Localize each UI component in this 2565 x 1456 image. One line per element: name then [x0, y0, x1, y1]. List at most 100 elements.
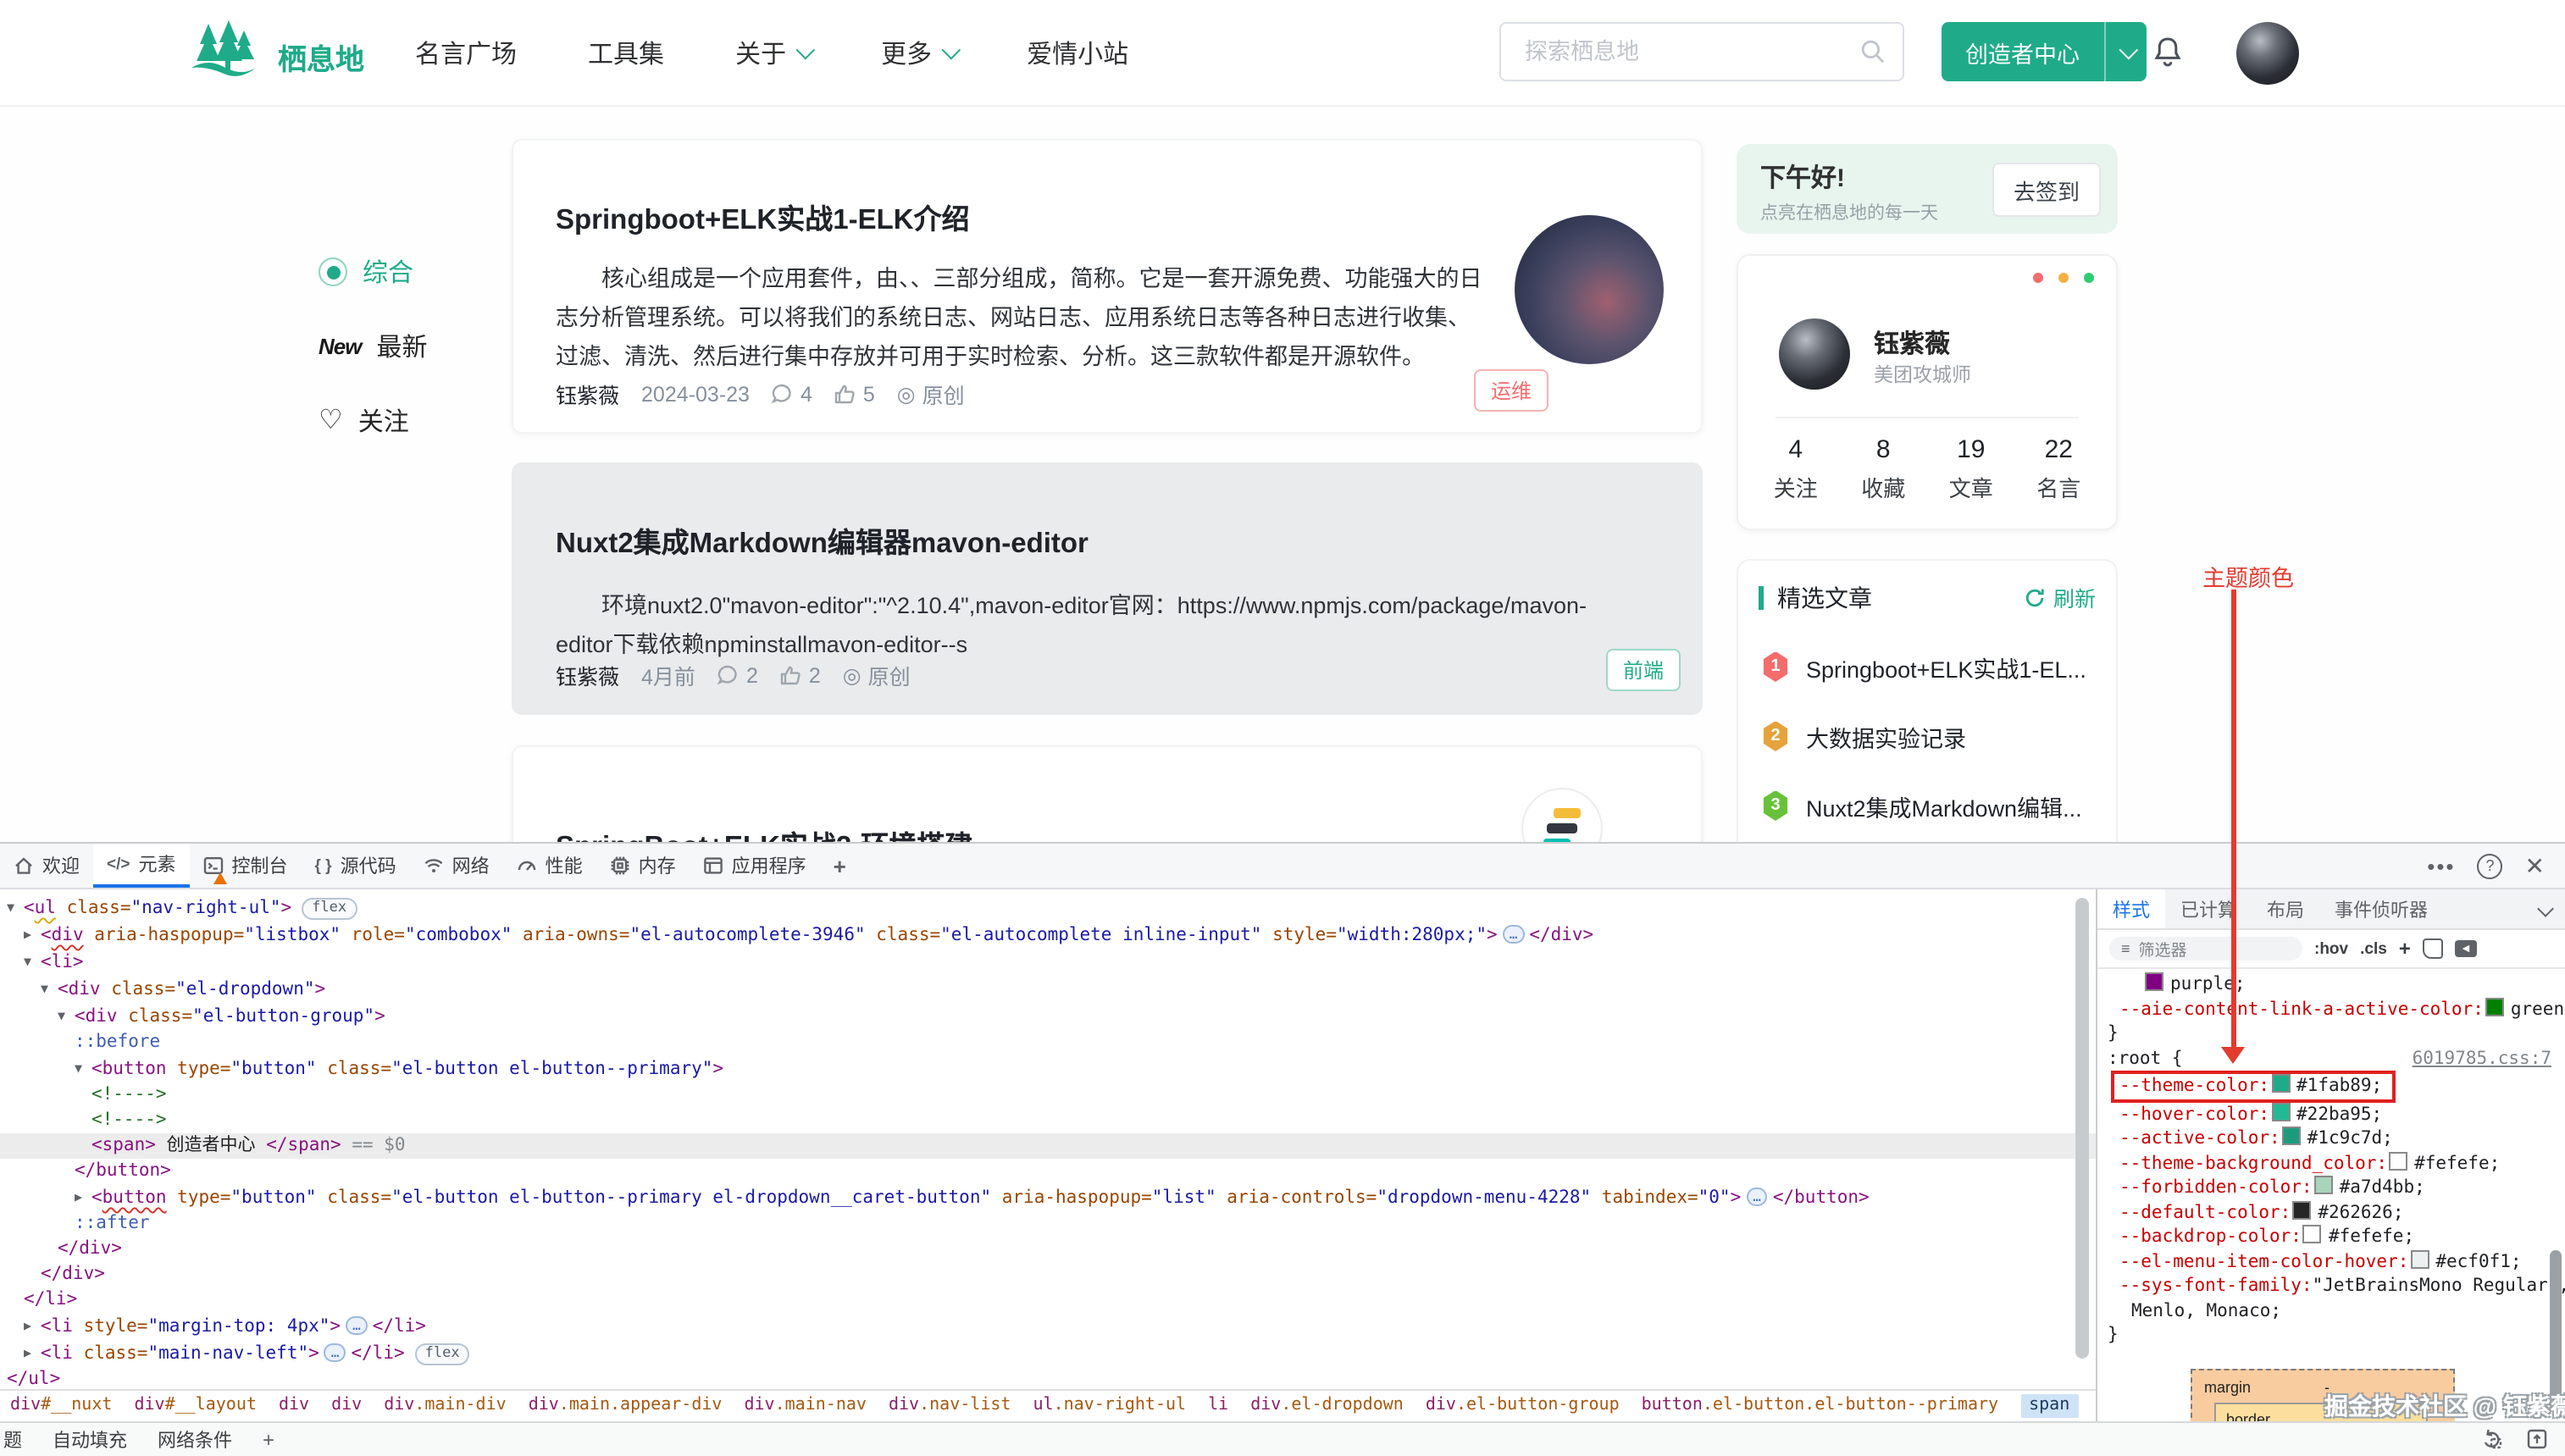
profile-avatar[interactable] — [1779, 318, 1850, 390]
check-in-button[interactable]: 去签到 — [1992, 163, 2101, 217]
styles-scrollbar[interactable] — [2550, 1250, 2562, 1411]
dock-panel-icon[interactable] — [2526, 1428, 2548, 1450]
new-style-rule-button[interactable]: + — [2399, 937, 2411, 961]
kebab-menu-icon[interactable]: ••• — [2427, 853, 2455, 878]
css-rule-line[interactable]: --hover-color:#22ba95; — [2097, 1102, 2565, 1127]
css-rule-line[interactable]: --sys-font-family:"JetBrainsMono Regular… — [2097, 1274, 2565, 1298]
dom-tree-row[interactable]: </button> — [0, 1159, 2096, 1184]
dom-tree-row[interactable]: ▼<div class="el-dropdown"> — [0, 976, 2096, 1003]
elements-scrollbar[interactable] — [2075, 898, 2089, 1359]
stat-following[interactable]: 4关注 — [1752, 435, 1840, 503]
css-rule-line[interactable]: --backdrop-color:#fefefe; — [2097, 1225, 2565, 1249]
paint-brush-icon[interactable] — [2423, 938, 2443, 959]
css-rule-line[interactable]: --active-color:#1c9c7d; — [2097, 1127, 2565, 1151]
breadcrumb-item[interactable]: div.main-nav — [744, 1396, 867, 1414]
article-card[interactable]: Nuxt2集成Markdown编辑器mavon-editor 环境nuxt2.0… — [512, 462, 1703, 715]
devtools-tab-console[interactable]: 控制台 — [190, 844, 302, 888]
dom-tree-row[interactable]: </ul> — [0, 1367, 2096, 1388]
stat-favorites[interactable]: 8收藏 — [1840, 435, 1928, 503]
nav-link-love[interactable]: 爱情小站 — [1027, 35, 1128, 70]
notification-bell-icon[interactable] — [2152, 36, 2184, 71]
category-tag[interactable]: 运维 — [1474, 369, 1548, 412]
drawer-add-tab-button[interactable]: + — [247, 1427, 290, 1451]
help-icon[interactable]: ? — [2478, 853, 2503, 878]
css-rule-line[interactable]: purple; — [2097, 972, 2565, 997]
refresh-button[interactable]: 刷新 — [2025, 581, 2096, 613]
toggle-class-button[interactable]: .cls — [2360, 939, 2387, 958]
drawer-tab-issues[interactable]: 题 — [0, 1426, 37, 1453]
dom-tree-row[interactable]: ▶<li class="main-nav-left">…</li>flex — [0, 1340, 2096, 1367]
breadcrumb-item[interactable]: div#__layout — [134, 1396, 257, 1414]
drawer-tab-autofill[interactable]: 自动填充 — [37, 1426, 142, 1453]
devtools-tab-application[interactable]: 应用程序 — [690, 844, 820, 888]
drawer-tab-network-conditions[interactable]: 网络条件 — [142, 1426, 247, 1453]
dom-tree-row[interactable]: </li> — [0, 1287, 2096, 1313]
like-count[interactable]: 5 — [834, 382, 875, 406]
trees-logo-icon[interactable] — [188, 20, 259, 81]
breadcrumb-item[interactable]: div#__nuxt — [10, 1396, 112, 1414]
breadcrumb-item[interactable]: div — [331, 1396, 362, 1414]
css-rule-line[interactable]: --forbidden-color:#a7d4bb; — [2097, 1176, 2565, 1200]
article-author[interactable]: 钰紫薇 — [556, 378, 619, 410]
breadcrumb-item[interactable]: button.el-button.el-button--primary — [1642, 1396, 1998, 1414]
dom-tree-row[interactable]: </div> — [0, 1237, 2096, 1262]
devtools-tab-performance[interactable]: 性能 — [503, 844, 596, 888]
breadcrumb-item[interactable]: div.main-div — [384, 1396, 507, 1414]
dom-tree-row[interactable]: <!----> — [0, 1108, 2096, 1133]
dom-tree-row[interactable]: ▼<li> — [0, 949, 2096, 976]
devtools-tab-memory[interactable]: 内存 — [596, 844, 690, 888]
stat-articles[interactable]: 19文章 — [1927, 435, 2015, 503]
article-card[interactable]: Springboot+ELK实战1-ELK介绍 核心组成是一个应用套件，由、、三… — [512, 139, 1703, 434]
search-input[interactable] — [1521, 37, 1860, 66]
css-rule-line[interactable]: } — [2097, 1323, 2565, 1348]
dom-tree-row[interactable]: <span> 创造者中心 </span> == $0 — [0, 1133, 2096, 1159]
reload-frame-icon[interactable] — [2480, 1428, 2502, 1450]
css-rule-line[interactable]: --el-menu-item-color-hover:#ecf0f1; — [2097, 1249, 2565, 1274]
brand-title[interactable]: 栖息地 — [278, 36, 364, 78]
devtools-tab-elements[interactable]: </> 元素 — [93, 844, 190, 888]
comment-count[interactable]: 2 — [717, 663, 758, 687]
user-avatar[interactable] — [2236, 21, 2299, 84]
chevron-down-icon[interactable] — [2540, 889, 2565, 928]
breadcrumb-item[interactable]: li — [1208, 1396, 1228, 1414]
nav-link-more[interactable]: 更多 — [881, 35, 956, 70]
dom-tree-row[interactable]: <!----> — [0, 1082, 2096, 1108]
style-filter-input[interactable]: ≡ 筛选器 — [2109, 937, 2302, 961]
article-excerpt[interactable]: 环境nuxt2.0"mavon-editor":"^2.10.4",mavon-… — [556, 585, 1640, 663]
dom-tree-row[interactable]: ▶<button type="button" class="el-button … — [0, 1184, 2096, 1211]
creator-center-button[interactable]: 创造者中心 — [1942, 22, 2103, 81]
filter-item-all[interactable]: 综合 — [319, 254, 428, 290]
nav-link-about[interactable]: 关于 — [735, 35, 810, 70]
toggle-hover-state-button[interactable]: :hov — [2314, 939, 2348, 958]
css-rule-line[interactable]: } — [2097, 1021, 2565, 1046]
breadcrumb-item[interactable]: ul.nav-right-ul — [1033, 1396, 1186, 1414]
article-excerpt[interactable]: 核心组成是一个应用套件，由、、三部分组成，简称。它是一套开源免费、功能强大的日志… — [556, 258, 1491, 375]
dom-tree-row[interactable]: </div> — [0, 1262, 2096, 1287]
filter-item-following[interactable]: ♡ 关注 — [319, 403, 428, 439]
dom-tree-row[interactable]: ▼<button type="button" class="el-button … — [0, 1055, 2096, 1082]
styles-tab-computed[interactable]: 已计算 — [2165, 889, 2252, 928]
breadcrumb-item[interactable]: div.el-dropdown — [1250, 1396, 1404, 1414]
dom-tree-row[interactable]: ::after — [0, 1211, 2096, 1237]
breadcrumb-item[interactable]: div.main.appear-div — [529, 1396, 723, 1414]
breadcrumb-item[interactable]: div — [279, 1396, 309, 1414]
nav-link-tools[interactable]: 工具集 — [588, 35, 664, 70]
breadcrumb-item[interactable]: div.nav-list — [889, 1396, 1011, 1414]
css-rule-line[interactable]: :root {6019785.css:7 — [2097, 1046, 2565, 1071]
devtools-tab-welcome[interactable]: 欢迎 — [0, 844, 93, 888]
css-rule-line[interactable]: --default-color:#262626; — [2097, 1200, 2565, 1225]
css-file-link[interactable]: 6019785.css:7 — [2413, 1046, 2551, 1071]
dom-tree-row[interactable]: ▶<li style="margin-top: 4px">…</li> — [0, 1313, 2096, 1340]
css-rule-line[interactable]: Menlo, Monaco; — [2097, 1298, 2565, 1323]
article-author[interactable]: 钰紫薇 — [556, 659, 619, 691]
dom-tree-row[interactable]: ▶<div aria-haspopup="listbox" role="comb… — [0, 922, 2096, 949]
styles-tab-layout[interactable]: 布局 — [2252, 889, 2319, 928]
profile-name[interactable]: 钰紫薇 — [1874, 325, 1950, 361]
featured-item[interactable]: 2大数据实验记录 — [1762, 701, 2102, 771]
dom-tree-row[interactable]: ▼<div class="el-button-group"> — [0, 1003, 2096, 1030]
devtools-tab-network[interactable]: 网络 — [410, 844, 503, 888]
filter-item-newest[interactable]: New 最新 — [319, 329, 428, 364]
css-rule-line[interactable]: --theme-color:#1fab89; — [2097, 1071, 2565, 1102]
css-rule-line[interactable]: --theme-background_color:#fefefe; — [2097, 1151, 2565, 1176]
article-title[interactable]: Nuxt2集成Markdown编辑器mavon-editor — [556, 519, 1089, 560]
